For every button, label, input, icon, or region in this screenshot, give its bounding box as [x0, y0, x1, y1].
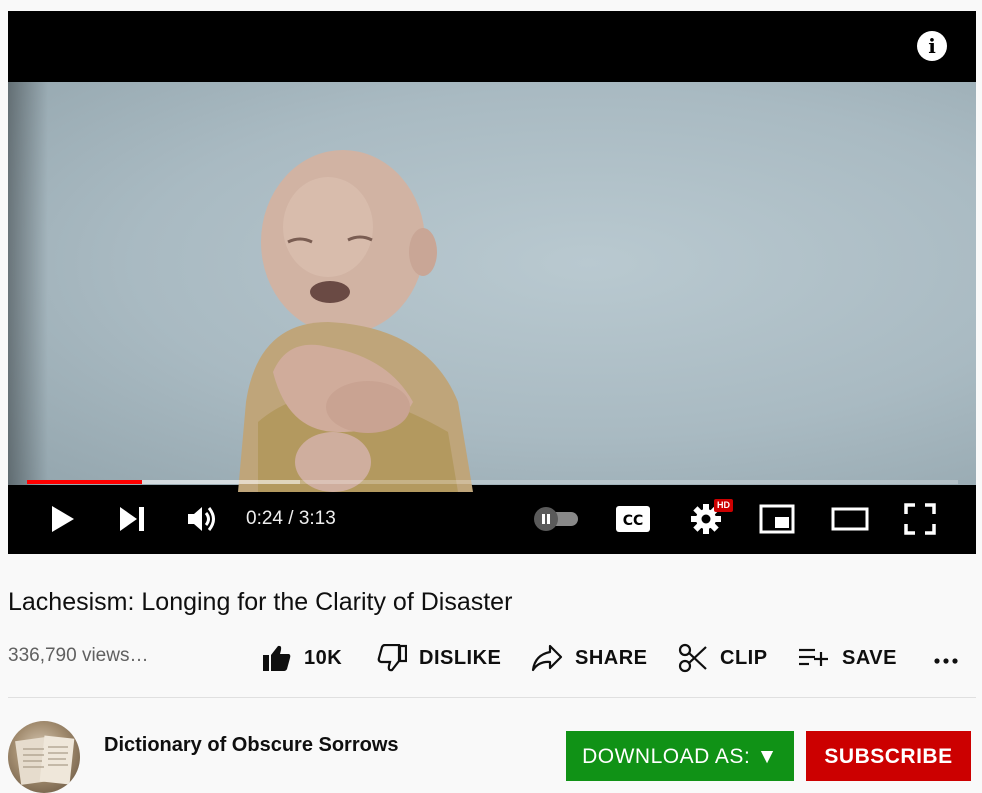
- fullscreen-button[interactable]: [902, 489, 938, 549]
- volume-button[interactable]: [184, 489, 220, 549]
- svg-text:CC: CC: [623, 513, 644, 529]
- save-label: SAVE: [842, 646, 897, 669]
- thumbs-down-icon: [377, 644, 407, 672]
- dislike-button[interactable]: DISLIKE: [377, 638, 501, 678]
- book-avatar-image: [15, 735, 75, 785]
- download-button[interactable]: DOWNLOAD AS: ▼: [566, 731, 794, 781]
- settings-button[interactable]: [688, 489, 724, 549]
- fullscreen-icon: [904, 503, 936, 535]
- channel-name[interactable]: Dictionary of Obscure Sorrows: [104, 734, 399, 757]
- clip-label: CLIP: [720, 646, 768, 669]
- time-total: 3:13: [298, 508, 336, 529]
- video-player[interactable]: i 0:24 / 3:13 CC HD: [8, 11, 976, 554]
- player-controls: 0:24 / 3:13 CC HD: [8, 489, 976, 549]
- more-actions-button[interactable]: [932, 648, 962, 672]
- playlist-add-icon: [799, 648, 828, 666]
- captions-button[interactable]: CC: [614, 489, 652, 549]
- hd-badge: HD: [714, 499, 733, 512]
- theater-mode-button[interactable]: [830, 489, 870, 549]
- share-icon: [531, 644, 563, 672]
- time-current: 0:24: [246, 508, 283, 529]
- volume-icon: [188, 507, 215, 531]
- progress-bar[interactable]: [27, 480, 958, 484]
- subscribe-button[interactable]: SUBSCRIBE: [806, 731, 971, 781]
- autoplay-toggle[interactable]: [528, 489, 582, 549]
- share-label: SHARE: [575, 646, 648, 669]
- captions-icon: CC: [616, 506, 650, 532]
- play-button[interactable]: [44, 489, 80, 549]
- share-button[interactable]: SHARE: [531, 638, 648, 678]
- like-count: 10K: [304, 646, 343, 669]
- clip-button[interactable]: CLIP: [678, 638, 768, 678]
- time-separator: /: [282, 508, 299, 529]
- theater-mode-icon: [831, 507, 869, 531]
- next-button[interactable]: [114, 489, 150, 549]
- progress-played: [27, 480, 143, 484]
- video-frame[interactable]: [8, 82, 976, 492]
- play-icon: [52, 506, 74, 532]
- more-horizontal-icon: [934, 658, 958, 664]
- autoplay-toggle-icon: [534, 507, 578, 531]
- save-button[interactable]: SAVE: [798, 638, 897, 678]
- monk-figure-image: [238, 150, 473, 492]
- miniplayer-button[interactable]: [758, 489, 796, 549]
- channel-avatar[interactable]: [8, 721, 80, 793]
- video-title: Lachesism: Longing for the Clarity of Di…: [8, 588, 513, 616]
- dislike-label: DISLIKE: [419, 646, 502, 669]
- miniplayer-icon: [759, 504, 795, 534]
- view-count[interactable]: 336,790 views…: [8, 645, 148, 667]
- info-icon[interactable]: i: [917, 31, 947, 61]
- next-icon: [120, 507, 144, 531]
- thumbs-up-icon: [263, 645, 291, 671]
- scissors-icon: [678, 643, 707, 673]
- divider: [8, 697, 976, 698]
- like-button[interactable]: 10K: [262, 638, 342, 678]
- time-display: 0:24 / 3:13: [246, 489, 336, 549]
